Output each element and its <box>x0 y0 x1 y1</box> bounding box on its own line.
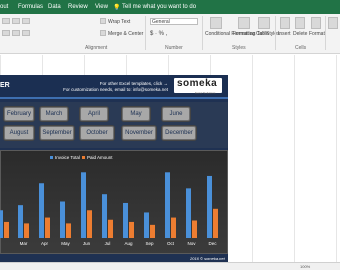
format-as-table-icon[interactable] <box>238 17 250 29</box>
status-bar: 100% <box>0 262 340 270</box>
currency-icon[interactable]: $ · % , <box>150 31 167 37</box>
align-center-icon[interactable] <box>12 30 20 36</box>
month-button-march[interactable]: March <box>40 107 68 121</box>
month-selector <box>0 102 228 148</box>
align-middle-icon[interactable] <box>12 18 20 24</box>
legend-swatch <box>50 156 53 160</box>
wrap-text-button[interactable]: Wrap Text <box>108 19 130 25</box>
alignment-group-label: Alignment <box>85 45 108 51</box>
group-divider <box>275 16 276 50</box>
month-button-december[interactable]: December <box>162 126 196 140</box>
promo-email-text: For customization needs, email to: info@… <box>63 87 168 92</box>
logo-subtitle: Excel Solutions <box>195 91 216 95</box>
footer-copyright: 2016 © someka.net <box>190 256 225 261</box>
sum-icon[interactable] <box>328 17 338 29</box>
format-icon[interactable] <box>311 17 321 29</box>
delete-icon[interactable] <box>295 17 305 29</box>
excel-window: out Formulas Data Review View 💡 Tell me … <box>0 0 340 270</box>
dashboard-title: ER <box>0 82 10 89</box>
ribbon-tab-bar: out Formulas Data Review View 💡 Tell me … <box>0 0 340 14</box>
lightbulb-icon: 💡 <box>113 5 121 11</box>
wrap-text-icon <box>100 18 106 24</box>
tab-formulas[interactable]: Formulas <box>18 4 43 10</box>
legend-swatch <box>82 156 85 160</box>
group-divider <box>325 16 326 50</box>
group-divider <box>145 16 146 50</box>
insert-icon[interactable] <box>280 17 290 29</box>
tab-view[interactable]: View <box>95 4 108 10</box>
cell-styles-button[interactable]: Cell Styles <box>256 31 280 37</box>
styles-group-label: Styles <box>232 45 246 51</box>
conditional-formatting-icon[interactable] <box>210 17 222 29</box>
number-format-value: General <box>152 19 170 25</box>
month-button-september[interactable]: September <box>40 126 74 140</box>
tell-me-search[interactable]: Tell me what you want to do <box>122 4 196 10</box>
tab-review[interactable]: Review <box>68 4 88 10</box>
month-button-november[interactable]: November <box>122 126 156 140</box>
zoom-level[interactable]: 100% <box>300 264 310 269</box>
number-group-label: Number <box>165 45 183 51</box>
cells-group-label: Cells <box>295 45 307 51</box>
align-left-icon[interactable] <box>2 30 10 36</box>
delete-button[interactable]: Delete <box>293 31 307 37</box>
format-button[interactable]: Format <box>309 31 325 37</box>
merge-center-button[interactable]: Merge & Center <box>108 31 143 37</box>
tab-data[interactable]: Data <box>48 4 61 10</box>
legend-invoice-total: Invoice Total <box>50 155 80 160</box>
align-top-icon[interactable] <box>2 18 10 24</box>
tab-layout[interactable]: out <box>0 4 8 10</box>
align-bottom-icon[interactable] <box>22 18 30 24</box>
ribbon-body: Wrap Text Merge & Center General $ · % ,… <box>0 14 340 54</box>
align-right-icon[interactable] <box>22 30 30 36</box>
insert-button[interactable]: Insert <box>278 31 291 37</box>
month-button-june[interactable]: June <box>162 107 190 121</box>
chart-area <box>0 150 228 254</box>
month-button-february[interactable]: February <box>4 107 34 121</box>
cell-styles-icon[interactable] <box>258 17 270 29</box>
month-button-april[interactable]: April <box>80 107 108 121</box>
merge-center-icon <box>100 30 106 36</box>
logo-text: someka <box>177 78 218 89</box>
legend-paid-amount: Paid Amount <box>82 155 113 160</box>
group-divider <box>202 16 203 50</box>
month-button-august[interactable]: August <box>4 126 34 140</box>
month-button-may[interactable]: May <box>122 107 150 121</box>
promo-templates-link[interactable]: For other Excel templates, click → <box>100 81 168 86</box>
month-button-october[interactable]: October <box>80 126 114 140</box>
